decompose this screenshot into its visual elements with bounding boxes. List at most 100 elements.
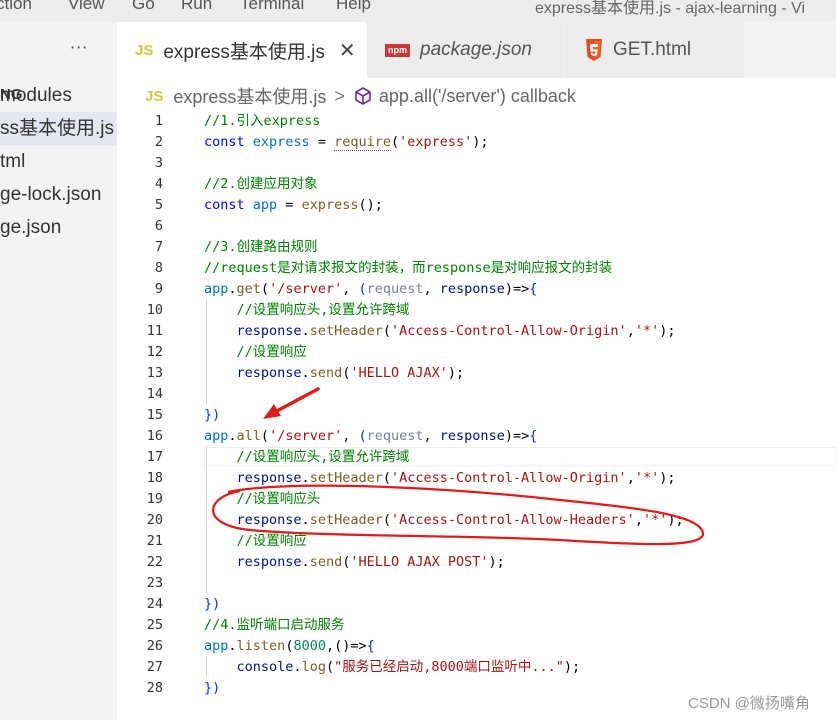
menu-go[interactable]: Go: [132, 0, 155, 14]
code-text: app.listen(8000,()=>{: [204, 636, 375, 657]
code-line[interactable]: 2 const express = require('express');: [117, 132, 836, 153]
watermark: CSDN @微扬嘴角: [688, 695, 810, 712]
line-number: 28: [146, 680, 163, 696]
code-line[interactable]: 11 response.setHeader('Access-Control-Al…: [117, 321, 836, 342]
sidebar-file-label: ge.json: [0, 217, 62, 238]
breadcrumb-file[interactable]: express基本使用.js: [173, 83, 326, 109]
code-line[interactable]: 27 console.log("服务已经启动,8000端口监听中...");: [117, 657, 836, 678]
sidebar-file-item[interactable]: tml: [0, 145, 117, 178]
breadcrumb-symbol[interactable]: app.all('/server') callback: [379, 86, 576, 107]
code-token: //设置响应头: [236, 491, 321, 507]
code-line[interactable]: 7 //3.创建路由规则: [117, 237, 836, 258]
line-number: 14: [146, 386, 163, 402]
line-number: 19: [146, 491, 163, 507]
line-number: 16: [146, 428, 163, 444]
sidebar-file-item[interactable]: ss基本使用.js: [0, 112, 117, 145]
code-token: '*': [634, 323, 660, 339]
menu-terminal[interactable]: Terminal: [240, 0, 304, 14]
code-text: //4.监听端口启动服务: [204, 615, 345, 636]
code-line[interactable]: 5 const app = express();: [117, 195, 836, 216]
line-number: 22: [146, 554, 163, 570]
code-text: }): [204, 678, 220, 699]
code-token: (: [325, 659, 335, 675]
code-token: "服务已经启动,: [334, 659, 432, 675]
menu-run[interactable]: Run: [181, 0, 212, 14]
menu-help[interactable]: Help: [336, 0, 371, 14]
code-line[interactable]: 12 //设置响应: [117, 342, 836, 363]
code-token: const: [204, 197, 245, 213]
code-token: .: [301, 512, 310, 528]
line-number: 26: [146, 638, 163, 654]
sidebar-file-label: ss基本使用.js: [0, 118, 115, 139]
code-line[interactable]: 17 //设置响应头,设置允许跨域: [117, 447, 836, 468]
code-token: '/server': [269, 281, 343, 297]
more-actions-icon[interactable]: ···: [70, 38, 88, 57]
tab-package-json[interactable]: npm package.json: [367, 22, 565, 78]
code-line[interactable]: 24}): [117, 594, 836, 615]
code-token: 'HELLO AJAX': [350, 365, 448, 381]
code-token: ,: [325, 638, 335, 654]
code-token: {: [529, 428, 538, 444]
code-line[interactable]: 26 app.listen(8000,()=>{: [117, 636, 836, 657]
code-token: response: [439, 281, 505, 297]
code-line[interactable]: 8 //request是对请求报文的封装，而response是对响应报文的封装: [117, 258, 836, 279]
menu-selection[interactable]: ction: [0, 0, 32, 14]
code-token: =: [309, 134, 335, 150]
code-line[interactable]: 25 //4.监听端口启动服务: [117, 615, 836, 636]
code-line[interactable]: 14: [117, 384, 836, 405]
code-token: 8000: [293, 638, 326, 654]
code-token: //设置响应头,设置允许跨域: [236, 449, 410, 465]
code-line[interactable]: 18 response.setHeader('Access-Control-Al…: [117, 468, 836, 489]
code-token: .: [228, 428, 237, 444]
code-line[interactable]: 19 //设置响应头: [117, 489, 836, 510]
tab-label: GET.html: [613, 39, 692, 60]
code-line[interactable]: 6: [117, 216, 836, 237]
line-number: 18: [146, 470, 163, 486]
sidebar-file-item[interactable]: ge-lock.json: [0, 178, 117, 211]
sidebar-file-item[interactable]: ge.json: [0, 211, 117, 244]
code-token: app: [204, 281, 229, 297]
code-line[interactable]: 1 //1.引入express: [117, 111, 836, 132]
code-token: //1.引入express: [204, 113, 321, 129]
code-token: =: [277, 197, 302, 213]
code-line[interactable]: 23: [117, 573, 836, 594]
tab-express-js[interactable]: JS express基本使用.js ✕: [117, 22, 367, 78]
code-line[interactable]: 9 app.get('/server', (request, response)=…: [117, 279, 836, 300]
html5-icon: [586, 39, 602, 61]
code-text: //设置响应: [204, 342, 307, 363]
code-line[interactable]: 20 response.setHeader('Access-Control-Al…: [117, 510, 836, 531]
code-line[interactable]: 22 response.send('HELLO AJAX POST');: [117, 552, 836, 573]
code-line[interactable]: 15}): [117, 405, 836, 426]
code-token: '/server': [269, 428, 343, 444]
line-number: 6: [154, 218, 163, 234]
code-line[interactable]: 10 //设置响应头,设置允许跨域: [117, 300, 836, 321]
sidebar-file-item[interactable]: modules: [0, 79, 117, 112]
code-token: ,: [626, 470, 635, 486]
code-text: //1.引入express: [204, 111, 320, 132]
code-text: app.get('/server', (request, response)=>…: [204, 279, 537, 300]
code-line[interactable]: 21 //设置响应: [117, 531, 836, 552]
code-token: )=>: [504, 428, 530, 444]
code-line[interactable]: 13 response.send('HELLO AJAX');: [117, 363, 836, 384]
code-token: }): [204, 680, 221, 696]
code-text: response.send('HELLO AJAX POST');: [204, 552, 505, 573]
tab-get-html[interactable]: GET.html: [565, 22, 745, 78]
menu-view[interactable]: View: [68, 0, 105, 14]
code-editor[interactable]: 1//1.引入express 2 const express = require('…: [117, 110, 836, 720]
code-token: response: [236, 323, 302, 339]
js-file-icon: JS: [145, 87, 164, 105]
code-token: ();: [358, 197, 383, 213]
code-line[interactable]: 4 //2.创建应用对象: [117, 174, 836, 195]
line-number: 17: [146, 449, 163, 465]
code-line[interactable]: 16 app.all('/server', (request, response)…: [117, 426, 836, 447]
code-line[interactable]: 3: [117, 153, 836, 174]
code-token: //4.监听端口启动服务: [204, 617, 345, 633]
line-number: 10: [146, 302, 163, 318]
code-token: request: [366, 428, 424, 444]
close-icon[interactable]: ✕: [339, 38, 356, 63]
method-cube-icon: [355, 87, 371, 105]
code-token: request: [366, 281, 424, 297]
code-token: .: [301, 365, 310, 381]
